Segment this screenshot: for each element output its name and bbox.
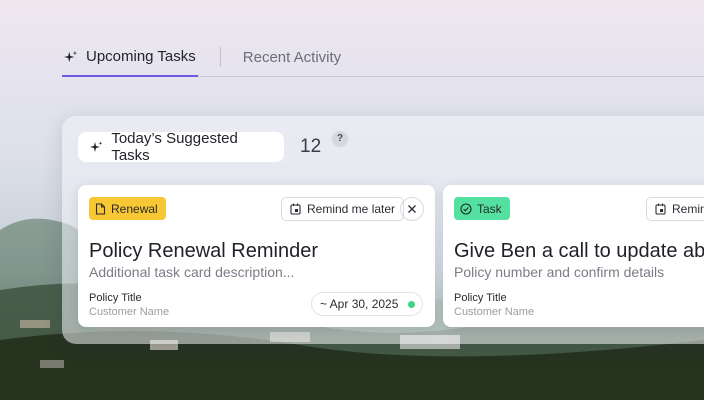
policy-title: Policy Title	[89, 292, 142, 304]
document-icon	[95, 202, 106, 215]
badge-label: Renewal	[111, 201, 158, 216]
task-card[interactable]: Renewal Remind me later Policy Renewal R…	[78, 185, 435, 327]
tab-divider	[219, 47, 221, 67]
close-icon	[408, 205, 416, 213]
task-description: Additional task card description...	[89, 264, 295, 280]
due-date-badge: ~ Apr 30, 2025	[311, 292, 423, 316]
remind-later-button[interactable]: Remind me later	[281, 197, 405, 221]
badge-label: Task	[477, 201, 502, 216]
task-card[interactable]: Task Remind me later Give Ben a call to …	[443, 185, 704, 327]
suggested-tasks-header: Today’s Suggested Tasks	[78, 130, 284, 164]
calendar-icon	[290, 203, 301, 215]
tab-recent-activity[interactable]: Recent Activity	[243, 38, 341, 77]
remind-label: Remind me later	[672, 202, 704, 216]
tab-label: Recent Activity	[242, 48, 342, 66]
renewal-badge: Renewal	[89, 197, 166, 220]
help-icon[interactable]: ?	[332, 131, 348, 147]
task-title: Give Ben a call to update ab	[454, 240, 704, 262]
tab-bar: Upcoming Tasks Recent Activity	[62, 38, 704, 77]
due-date: ~ Apr 30, 2025	[320, 297, 399, 311]
task-badge: Task	[454, 197, 510, 220]
remind-later-button[interactable]: Remind me later	[646, 197, 704, 221]
customer-name: Customer Name	[454, 306, 535, 318]
calendar-icon	[655, 203, 666, 215]
task-description: Policy number and confirm details	[454, 264, 665, 280]
suggested-tasks-label: Today’s Suggested Tasks	[111, 130, 238, 164]
customer-name: Customer Name	[89, 306, 170, 318]
policy-title: Policy Title	[454, 292, 507, 304]
task-title: Policy Renewal Reminder	[89, 240, 318, 262]
tab-upcoming-tasks[interactable]: Upcoming Tasks	[62, 38, 198, 77]
remind-label: Remind me later	[307, 202, 396, 216]
tab-label: Upcoming Tasks	[86, 48, 196, 65]
check-circle-icon	[460, 202, 472, 215]
sparkle-icon	[64, 50, 78, 62]
sparkle-icon	[90, 141, 103, 152]
suggested-tasks-count: 12	[300, 136, 322, 157]
status-dot	[408, 301, 415, 308]
close-button[interactable]	[400, 197, 424, 221]
